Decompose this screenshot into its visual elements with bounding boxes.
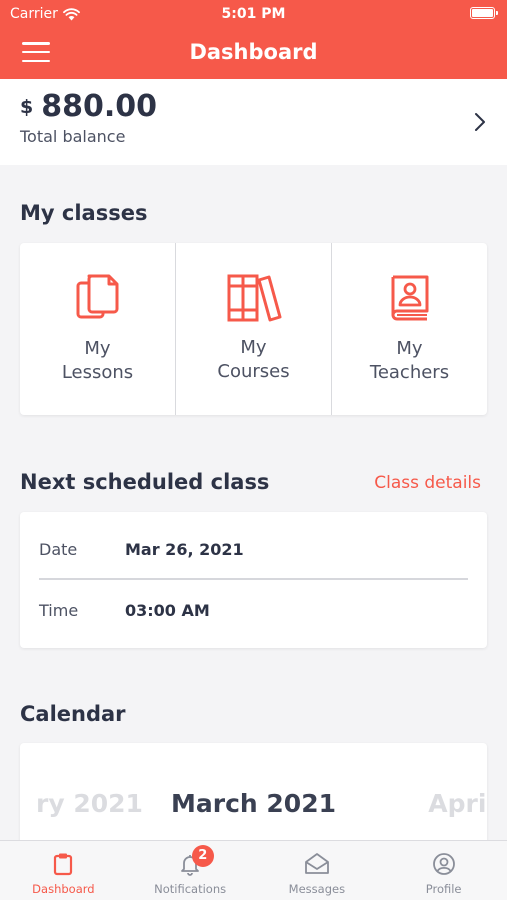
- calendar-next-month[interactable]: April: [428, 789, 487, 818]
- status-time: 5:01 PM: [221, 6, 286, 22]
- tab-dashboard-label: Dashboard: [32, 882, 95, 896]
- my-lessons-label: My Lessons: [61, 338, 134, 383]
- class-details-link[interactable]: Class details: [374, 473, 481, 493]
- user-circle-icon: [432, 853, 455, 875]
- my-teachers-label: My Teachers: [369, 338, 450, 383]
- tab-profile-label: Profile: [425, 882, 462, 896]
- envelope-open-icon: [304, 853, 329, 874]
- total-balance-row[interactable]: $880.00 Total balance: [0, 79, 507, 165]
- tab-messages[interactable]: Messages: [254, 841, 381, 900]
- status-bar: Carrier 5:01 PM: [0, 0, 507, 26]
- my-lessons-tile[interactable]: My Lessons: [20, 243, 175, 415]
- my-teachers-tile[interactable]: My Teachers: [331, 243, 487, 415]
- app-header: Carrier 5:01 PM Dashboard: [0, 0, 507, 79]
- time-label: Time: [39, 601, 79, 620]
- bottom-tab-bar: Dashboard 2 Notifications Messages Profi…: [0, 840, 507, 900]
- next-class-heading: Next scheduled class: [20, 470, 270, 494]
- lessons-icon: [76, 274, 118, 319]
- calendar-current-month: March 2021: [171, 789, 336, 818]
- my-classes-card: My Lessons My Courses My Teachers: [20, 243, 487, 415]
- tab-messages-label: Messages: [288, 882, 346, 896]
- balance-currency: $: [20, 96, 34, 118]
- battery-icon: [470, 7, 498, 19]
- tab-profile[interactable]: Profile: [380, 841, 507, 900]
- my-courses-tile[interactable]: My Courses: [175, 243, 331, 415]
- courses-icon: [227, 274, 281, 322]
- my-courses-label: My Courses: [217, 337, 290, 382]
- page-title: Dashboard: [189, 40, 318, 64]
- tab-notifications[interactable]: 2 Notifications: [127, 841, 254, 900]
- tab-notifications-label: Notifications: [154, 882, 227, 896]
- next-class-card: Date Mar 26, 2021 Time 03:00 AM: [20, 512, 487, 648]
- row-divider: [39, 578, 468, 580]
- calendar-heading: Calendar: [20, 702, 126, 726]
- notifications-badge: 2: [191, 845, 214, 867]
- teachers-icon: [391, 275, 428, 321]
- my-classes-heading: My classes: [20, 201, 148, 225]
- chevron-right-icon: [475, 113, 485, 131]
- date-value: Mar 26, 2021: [125, 540, 244, 559]
- date-label: Date: [39, 540, 78, 559]
- clipboard-icon: [54, 853, 73, 876]
- time-value: 03:00 AM: [125, 601, 210, 620]
- balance-label: Total balance: [20, 127, 126, 146]
- balance-value: 880.00: [41, 89, 158, 124]
- balance-amount: $880.00: [20, 89, 157, 124]
- tab-dashboard[interactable]: Dashboard: [0, 841, 127, 900]
